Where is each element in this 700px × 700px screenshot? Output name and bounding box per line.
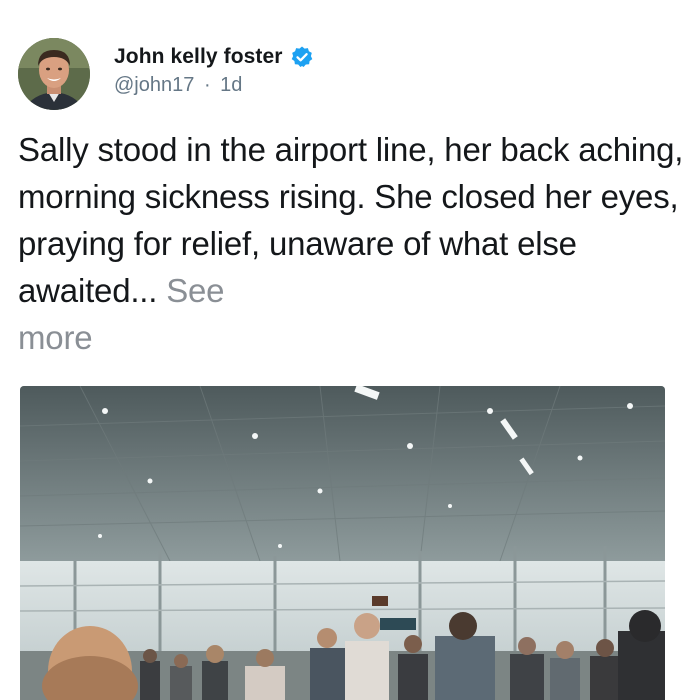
tweet-header: John kelly foster @john17 · 1d bbox=[18, 38, 314, 110]
name-row: John kelly foster bbox=[114, 42, 314, 72]
avatar[interactable] bbox=[18, 38, 90, 110]
meta-separator: · bbox=[203, 73, 211, 96]
tweet-media-image[interactable] bbox=[20, 386, 665, 700]
author-handle[interactable]: @john17 bbox=[114, 74, 194, 96]
author-meta: @john17 · 1d bbox=[114, 74, 314, 97]
see-more-label-2: more bbox=[18, 319, 93, 356]
see-more-label-1: See bbox=[166, 272, 225, 309]
author-display-name[interactable]: John kelly foster bbox=[114, 45, 283, 69]
tweet-text: Sally stood in the airport line, her bac… bbox=[18, 126, 690, 361]
tweet-card: John kelly foster @john17 · 1d Sally sto… bbox=[0, 0, 700, 700]
tweet-body: Sally stood in the airport line, her bac… bbox=[18, 131, 684, 309]
tweet-age[interactable]: 1d bbox=[220, 74, 242, 96]
author-identity: John kelly foster @john17 · 1d bbox=[114, 42, 314, 97]
avatar-image bbox=[18, 38, 90, 110]
airport-photo bbox=[20, 386, 665, 700]
verified-badge-icon bbox=[290, 45, 314, 69]
